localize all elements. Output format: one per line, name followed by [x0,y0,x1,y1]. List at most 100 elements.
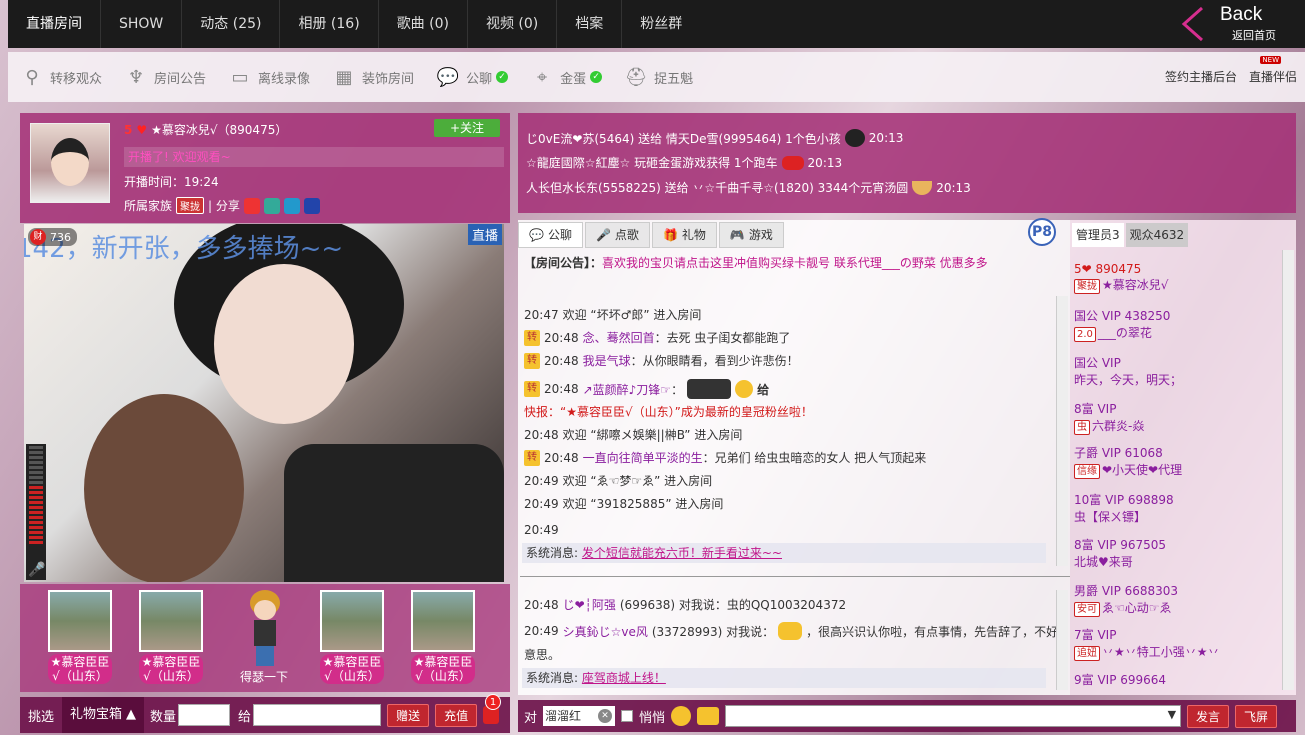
guard-avatar [411,590,475,652]
ticker-item: ☆龍庭國際☆紅塵☆ 玩砸金蛋游戏获得 1个跑车 20:13 [526,155,843,170]
chat-message: 转 20:48 我是气球 ：从你眼睛看，看到少许悲伤！ [524,352,799,369]
user-scrollbar[interactable] [1282,250,1294,690]
tower-icon: ♆ [127,66,145,88]
emoji-button[interactable] [671,706,692,726]
recharge-button[interactable]: 充值 [435,703,478,727]
volume-meter[interactable] [26,444,46,580]
tab-show[interactable]: SHOW [101,0,183,48]
chat-message: 20:47 欢迎 “坏坏♂郎” 进入房间 [524,307,702,323]
transfer-audience-button[interactable]: ⚲ 转移观众 [20,65,102,89]
user-entry[interactable]: 8富 VIP 967505 北城♥来哥 [1074,536,1166,570]
room-notice-button[interactable]: ♆ 房间公告 [124,65,206,89]
user-entry[interactable]: 男爵 VIP 6688303 安可 ゑ☜心动☞ゑ [1074,582,1178,617]
golden-egg-button[interactable]: ⌖ 金蛋 ✓ [530,65,603,89]
follow-button[interactable]: +关注 [434,119,500,137]
guard-seat[interactable]: ★慕容臣臣 √（山东） [48,590,112,684]
user-entry[interactable]: 7富 VIP 追妞 丷★丷特工小强丷★丷 [1074,626,1220,661]
tab-public-chat[interactable]: 💬 公聊 [518,222,583,248]
tab-album[interactable]: 相册 (16) [280,0,379,48]
wealth-icon[interactable]: 1 [483,694,502,724]
user-entry[interactable]: 国公 VIP 438250 2.0 ___の翠花 [1074,307,1170,342]
tab-dynamics[interactable]: 动态 (25) [182,0,281,48]
guard-seat[interactable]: ★慕容臣臣 √（山东） [139,590,203,684]
new-badge: NEW [1260,56,1281,64]
tab-videos[interactable]: 视频 (0) [468,0,558,48]
renren-icon[interactable] [303,197,320,214]
chat-user[interactable]: ↗蓝颜醉♪刀锋☞ [583,381,671,398]
user-entry[interactable]: 子爵 VIP 61068 信缘 ❤小天使❤代理 [1074,444,1182,479]
clear-icon[interactable]: ✕ [598,709,613,723]
chat-icon: 💬 [436,66,460,88]
user-entry[interactable]: 8富 VIP 虫六群炎-焱 [1074,400,1144,435]
p8-badge[interactable]: P8 [1028,218,1056,246]
check-icon: ✓ [496,71,509,83]
chat-user[interactable]: 念、蓦然回首 [583,329,655,346]
tab-song-request[interactable]: 🎤 点歌 [584,222,650,248]
family-tag[interactable]: 聚拢 [176,197,205,214]
private-scrollbar[interactable] [1056,590,1068,690]
welcome-banner: 开播了! 欢迎观看~ [124,147,504,167]
recipient-select[interactable]: 溜溜红 ✕ [543,706,616,726]
tab-gifts[interactable]: 🎁 礼物 [651,222,717,248]
qzone-icon[interactable] [263,197,280,214]
qty-input[interactable] [178,704,231,726]
whisper-checkbox[interactable] [621,710,634,722]
chat-splitter[interactable] [520,576,1070,584]
anchor-backend-link[interactable]: 签约主播后台 [1165,68,1237,85]
monitor-icon: ▭ [231,66,249,88]
private-message-cont: 意思。 [524,648,561,662]
chat-scrollbar[interactable] [1056,296,1068,566]
ticker-item: じ0vΕ流❤苏(5464) 送给 情天De雪(9995464) 1个色小孩 20:… [526,129,904,147]
tab-fan-group[interactable]: 粉丝群 [622,0,700,48]
user-entry[interactable]: 5❤ 890475 聚拢 ★慕容冰兒√ [1074,262,1168,294]
guard-empty-label: 得瑟一下 [239,670,288,684]
car-mall-link[interactable]: 座驾商城上线！ [582,671,666,685]
system-message: 系统消息: 发个短信就能充六币！新手看过来~~ [522,543,1046,563]
guard-seat[interactable]: ★慕容臣臣 √（山东） [411,590,475,684]
chat-user[interactable]: シ真鈊じ☆ve风 [563,623,648,640]
tab-profile[interactable]: 档案 [557,0,623,48]
chat-user[interactable]: じ❤┆阿强 [563,596,616,613]
to-label: 对 [524,710,538,726]
recipient-input[interactable] [253,704,382,726]
family-row: 所属家族 聚拢 | 分享 [124,197,320,214]
guard-name: ★慕容臣臣 √（山东） [411,654,475,684]
live-companion-link[interactable]: 直播伴侣 NEW [1249,56,1297,85]
chat-user[interactable]: 一直向往简单平淡的生 [583,449,703,466]
tab-admins[interactable]: 管理员3 [1072,223,1124,247]
chat-user[interactable]: 我是气球 [583,352,631,369]
chat-message: 转 20:48 ↗蓝颜醉♪刀锋☞：给 [524,379,769,399]
user-entry[interactable]: 9富 VIP 699664 [1074,671,1166,688]
tencent-weibo-icon[interactable] [283,197,300,214]
notice-link[interactable]: 喜欢我的宝贝请点击这里冲值购买绿卡靓号 联系代理___の野菜 优惠多多 [602,256,988,270]
pin-icon: ⌖ [537,66,548,88]
chat-input[interactable]: ▼ [725,705,1182,727]
dropdown-icon[interactable]: ▼ [1168,708,1176,721]
decorate-room-button[interactable]: ▦ 装饰房间 [332,65,415,89]
weibo-icon[interactable] [243,197,260,214]
catch-five-button[interactable]: ⛑ 捉五魁 [624,65,693,89]
guard-seat[interactable]: ★慕容臣臣 √（山东） [320,590,384,684]
color-text-button[interactable] [697,707,720,725]
public-chat-button[interactable]: 💬 公聊 ✓ [436,65,509,89]
fly-screen-button[interactable]: 飞屏 [1235,704,1278,728]
sms-recharge-link[interactable]: 发个短信就能充六币！新手看过来~~ [582,546,782,560]
gift-box-tab[interactable]: 礼物宝箱 ▲ [62,697,145,733]
anchor-name: ★慕容冰兒√（890475） [151,123,288,137]
tab-games[interactable]: 🎮 游戏 [718,222,784,248]
guard-seat-empty[interactable]: 得瑟一下 [232,590,296,685]
send-message-button[interactable]: 发言 [1187,704,1230,728]
tab-audience[interactable]: 观众4632 [1125,223,1189,247]
room-toolbar: ⚲ 转移观众 ♆ 房间公告 ▭ 离线录像 ▦ 装饰房间 💬 公聊 ✓ ⌖ 金蛋 ✓ ⛑ 捉五魁 签… [8,52,1305,102]
anchor-avatar[interactable] [30,123,110,203]
tab-live[interactable]: 直播房间 [8,0,101,48]
offline-recording-button[interactable]: ▭ 离线录像 [228,65,311,89]
live-video[interactable]: 142，新开张，多多捧场~~ 直播 财 736 🎤 [24,224,504,582]
tab-songs[interactable]: 歌曲 (0) [379,0,468,48]
user-entry[interactable]: 10富 VIP 698898 虫【保ㄨ镖】 [1074,491,1174,525]
user-entry[interactable]: 国公 VIP 昨天，今天，明天； [1074,354,1182,388]
send-gift-button[interactable]: 赠送 [387,703,430,727]
back-home-button[interactable]: Back 返回首页 [1170,0,1305,48]
microphone-icon[interactable]: 🎤 [28,562,45,578]
heart-icon: ♥ [136,122,148,137]
